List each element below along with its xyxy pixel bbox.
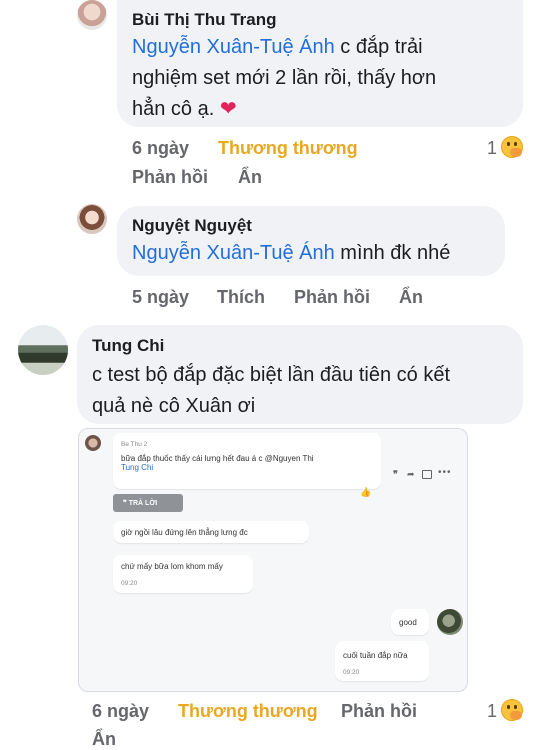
avatar — [85, 435, 101, 451]
message-text: chứ mấy bữa lom khom mấy — [121, 562, 223, 571]
message-text: good — [399, 618, 417, 627]
comment-author[interactable]: Bùi Thị Thu Trang — [132, 10, 276, 30]
comment-text: Nguyễn Xuân-Tuệ Ánh mình đk nhé — [132, 242, 451, 264]
message-bubble — [113, 555, 253, 593]
reaction-count[interactable]: 1 — [487, 138, 497, 159]
comment-time[interactable]: 5 ngày — [132, 287, 189, 308]
quote-icon[interactable]: ❞ — [393, 469, 398, 480]
message-time: 09:20 — [343, 669, 360, 676]
reply-badge-label: ❞ TRẢ LỜI — [123, 500, 158, 507]
reply-button[interactable]: Phản hồi — [294, 287, 370, 308]
message-text: giờ ngồi lâu đứng lên thẳng lưng đc — [121, 528, 248, 537]
comment-time[interactable]: 6 ngày — [92, 701, 149, 722]
message-text: bữa đắp thuốc thấy cái lưng hết đau á c … — [121, 454, 314, 472]
avatar[interactable] — [77, 204, 107, 234]
comment-text: c test bộ đắp đặc biệt lần đầu tiên có k… — [92, 364, 451, 417]
avatar[interactable] — [77, 0, 107, 30]
attached-screenshot[interactable]: Be Thu 2 bữa đắp thuốc thấy cái lưng hết… — [78, 428, 468, 692]
hide-button[interactable]: Ẩn — [238, 167, 262, 188]
heart-icon: ❤ — [219, 98, 237, 120]
reply-button[interactable]: Phản hồi — [132, 167, 208, 188]
message-sender: Be Thu 2 — [121, 441, 148, 448]
reaction-label[interactable]: Thương thương — [218, 138, 358, 159]
mention-link[interactable]: Nguyễn Xuân-Tuệ Ánh — [132, 36, 335, 58]
like-icon[interactable]: 👍 — [360, 487, 371, 498]
mention-link[interactable]: Nguyễn Xuân-Tuệ Ánh — [132, 242, 335, 264]
message-time: 09:20 — [121, 580, 138, 587]
message-text: cuối tuần đắp nữa — [343, 651, 408, 660]
reaction-label[interactable]: Thương thương — [178, 701, 318, 722]
reply-button[interactable]: Phản hồi — [341, 701, 417, 722]
comment-time[interactable]: 6 ngày — [132, 138, 189, 159]
avatar[interactable] — [18, 325, 68, 375]
care-reaction-icon[interactable] — [501, 699, 523, 721]
care-reaction-icon[interactable] — [501, 136, 523, 158]
avatar — [437, 609, 463, 635]
more-icon[interactable]: ••• — [438, 467, 452, 478]
comment-text: Nguyễn Xuân-Tuệ Ánh c đắp trải nghiệm se… — [132, 36, 437, 120]
hide-button[interactable]: Ẩn — [92, 729, 116, 750]
hide-button[interactable]: Ẩn — [399, 287, 423, 308]
image-icon[interactable] — [422, 470, 432, 479]
comment-author[interactable]: Tung Chi — [92, 336, 164, 356]
share-icon[interactable]: ➦ — [407, 469, 415, 480]
comment-author[interactable]: Nguyệt Nguyệt — [132, 216, 252, 236]
like-button[interactable]: Thích — [217, 287, 265, 308]
reaction-count[interactable]: 1 — [487, 701, 497, 722]
